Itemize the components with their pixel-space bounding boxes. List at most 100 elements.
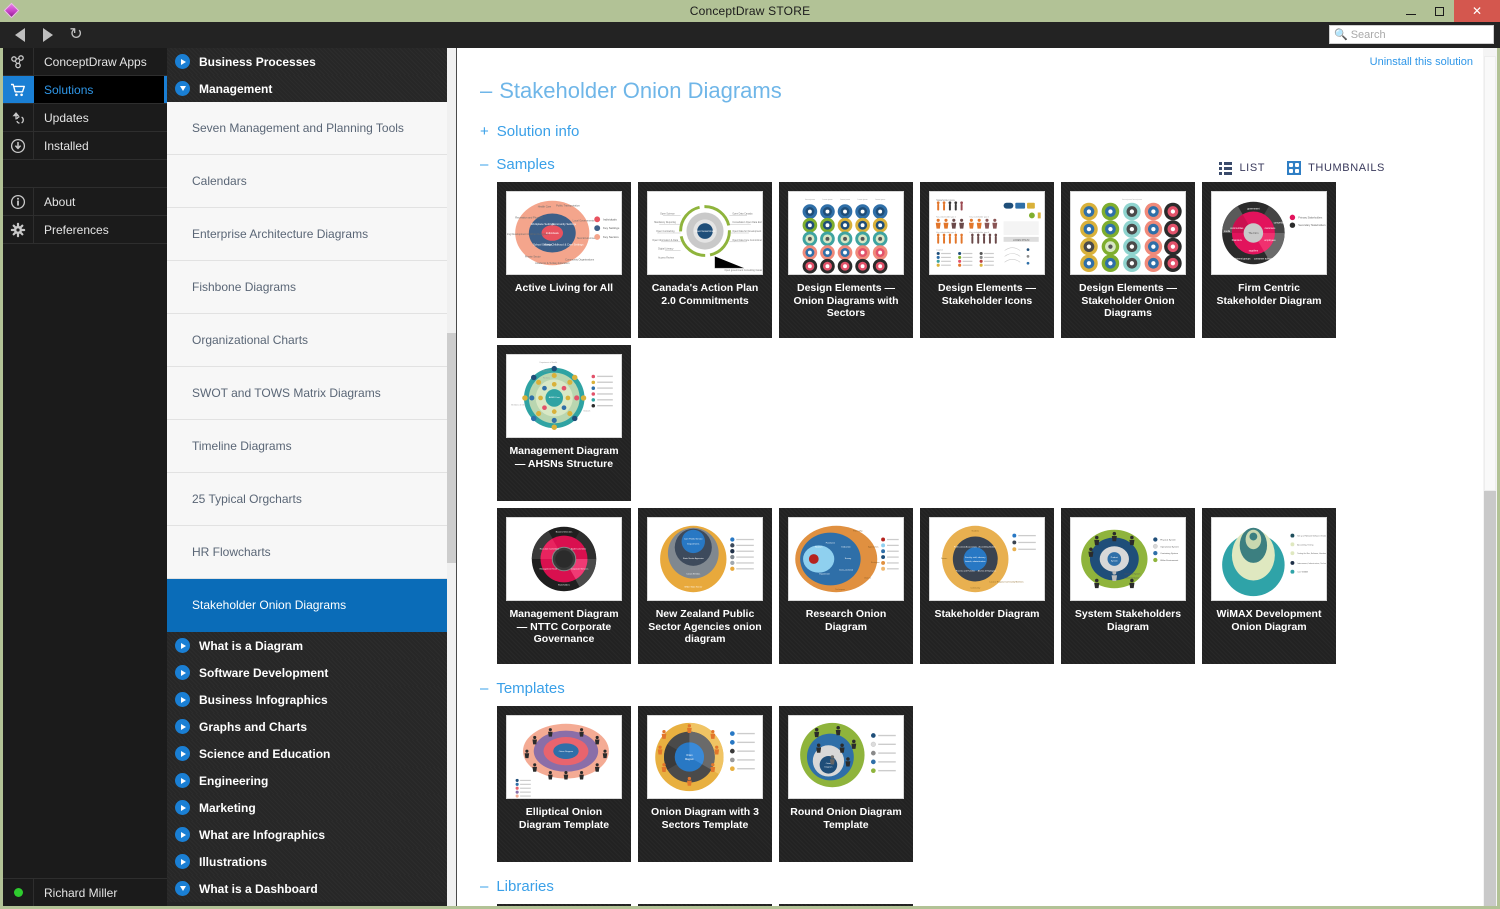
- svg-text:Digital Literacy: Digital Literacy: [658, 248, 674, 251]
- sample-title: Design Elements — Onion Diagrams with Se…: [793, 282, 899, 319]
- template-card[interactable]: Onion Diagram: [779, 706, 913, 862]
- solution-item-fishbone-diagrams[interactable]: Fishbone Diagrams: [167, 261, 456, 314]
- library-card[interactable]: Onion Diagrams with Sectors: [497, 904, 631, 906]
- maximize-button[interactable]: [1425, 0, 1454, 22]
- scrollbar-track-upper[interactable]: [1484, 56, 1496, 491]
- sample-card[interactable]: Positivism Deduction Survey Cross-sectional…: [779, 508, 913, 664]
- category-marketing[interactable]: Marketing: [167, 794, 456, 821]
- category-what-is-a-dashboard[interactable]: What is a Dashboard: [167, 875, 456, 902]
- solution-item-calendars[interactable]: Calendars: [167, 155, 456, 208]
- back-button[interactable]: [6, 24, 34, 46]
- sample-card[interactable]: The Firm government communities customers …: [1202, 182, 1336, 338]
- sample-card[interactable]: Core Public Service Departments State Sec…: [638, 508, 772, 664]
- svg-text:Open Data Canada: Open Data Canada: [732, 212, 753, 215]
- solution-item-organizational-charts[interactable]: Organizational Charts: [167, 314, 456, 367]
- solution-item-timeline-diagrams[interactable]: Timeline Diagrams: [167, 420, 456, 473]
- collapse-toggle-icon[interactable]: –: [480, 878, 488, 895]
- svg-text:Wider State Sector: Wider State Sector: [684, 585, 702, 588]
- reload-button[interactable]: ↻: [62, 24, 90, 46]
- category-what-are-infographics[interactable]: What are Infographics: [167, 821, 456, 848]
- sidebar-item-conceptdraw-apps[interactable]: ConceptDraw Apps: [3, 48, 167, 76]
- category-label: What are Infographics: [199, 827, 326, 842]
- close-button[interactable]: ✕: [1454, 0, 1500, 22]
- category-what-is-a-diagram[interactable]: What is a Diagram: [167, 632, 456, 659]
- sample-card[interactable]: Product System Operational System Contai…: [1061, 508, 1195, 664]
- svg-text:customers: customers: [1265, 227, 1277, 230]
- section-solution-info[interactable]: + Solution info: [471, 123, 1469, 140]
- section-label: Solution info: [496, 123, 580, 140]
- svg-text:Positivism: Positivism: [826, 541, 836, 544]
- sidebar-item-solutions[interactable]: Solutions: [3, 76, 167, 104]
- sample-card[interactable]: Faculty, staff, advisory boards, administ…: [920, 508, 1054, 664]
- search-box[interactable]: 🔍: [1329, 25, 1494, 44]
- svg-text:Philosophy: Philosophy: [853, 531, 863, 533]
- solution-item-seven-management-and-planning-tools[interactable]: Seven Management and Planning Tools: [167, 102, 456, 155]
- svg-text:Stakeholder icons: Stakeholder icons: [936, 199, 955, 202]
- sidebar-item-about[interactable]: About: [3, 188, 167, 216]
- left-navigation: ConceptDraw Apps Solutions Updates Insta…: [3, 48, 167, 906]
- sample-card[interactable]: Board of Directors Executive Committee Aud…: [497, 508, 631, 664]
- collapse-toggle-icon[interactable]: –: [480, 156, 488, 173]
- sample-card[interactable]: Lorem ipsum Lorem ipsum Lorem ipsum Lorem i…: [779, 182, 913, 338]
- sidebar-item-preferences[interactable]: Preferences: [3, 216, 167, 244]
- sample-card[interactable]: Health Care Public Transportation Recreati…: [497, 182, 631, 338]
- svg-text:Planning Development in Urban: Planning Development in Urban Designers: [507, 233, 549, 236]
- sample-card[interactable]: Open Government Open Science Mandatory Rep…: [638, 182, 772, 338]
- navigation-toolbar: ↻ 🔍: [0, 22, 1500, 48]
- download-icon: [3, 132, 34, 159]
- sample-card[interactable]: Set up of Network Software Vendors Accou…: [1202, 508, 1336, 664]
- section-libraries[interactable]: – Libraries: [471, 878, 1469, 895]
- uninstall-solution-link[interactable]: Uninstall this solution: [1370, 56, 1473, 68]
- collapse-toggle-icon[interactable]: –: [480, 680, 488, 697]
- category-management[interactable]: Management: [167, 75, 456, 102]
- sample-title: System Stakeholders Diagram: [1074, 608, 1182, 633]
- category-engineering[interactable]: Engineering: [167, 767, 456, 794]
- minimize-button[interactable]: [1396, 0, 1425, 22]
- section-templates[interactable]: – Templates: [471, 680, 1469, 697]
- expand-toggle-icon[interactable]: +: [480, 123, 489, 140]
- content-scrollbar[interactable]: [1483, 48, 1497, 906]
- sample-card[interactable]: Stakeholder icons Key stakeholder type 1…: [920, 182, 1054, 338]
- user-status-bar[interactable]: Richard Miller: [3, 878, 167, 906]
- sidebar-item-updates[interactable]: Updates: [3, 104, 167, 132]
- svg-text:Diagram: Diagram: [825, 765, 833, 768]
- svg-text:Academic & Tertiary Education: Academic & Tertiary Education: [535, 262, 570, 265]
- category-label: Business Infographics: [199, 692, 328, 707]
- template-thumbnail: Onion Diagram: [506, 715, 622, 799]
- solution-item-25-typical-orgcharts[interactable]: 25 Typical Orgcharts: [167, 473, 456, 526]
- sample-title: Management Diagram — AHSNs Structure: [509, 445, 619, 470]
- template-card[interactable]: Onion Diagram: [638, 706, 772, 862]
- svg-text:Health Care: Health Care: [538, 206, 552, 209]
- category-graphs-and-charts[interactable]: Graphs and Charts: [167, 713, 456, 740]
- category-software-development[interactable]: Software Development: [167, 659, 456, 686]
- sample-card[interactable]: AHSN Core Department of Health Members o…: [497, 345, 631, 501]
- libraries-grid: Onion Diagrams with Sectors: [471, 904, 1469, 906]
- view-thumbnails-button[interactable]: THUMBNAILS: [1287, 161, 1385, 175]
- library-card[interactable]: Stakeholder Icons: [638, 904, 772, 906]
- category-science-and-education[interactable]: Science and Education: [167, 740, 456, 767]
- category-illustrations[interactable]: Illustrations: [167, 848, 456, 875]
- library-card[interactable]: Stakeholder Onion Diagrams: [779, 904, 913, 906]
- search-input[interactable]: [1350, 28, 1489, 41]
- template-card[interactable]: Onion Diagram: [497, 706, 631, 862]
- solution-item-hr-flowcharts[interactable]: HR Flowcharts: [167, 526, 456, 579]
- scrollbar-thumb[interactable]: [447, 333, 456, 563]
- sample-title: Research Onion Diagram: [805, 608, 887, 633]
- category-business-processes[interactable]: Business Processes: [167, 48, 456, 75]
- svg-text:The Firm: The Firm: [1248, 232, 1258, 235]
- solution-item-swot-and-tows-matrix-diagrams[interactable]: SWOT and TOWS Matrix Diagrams: [167, 367, 456, 420]
- scrollbar-thumb[interactable]: [1484, 491, 1496, 906]
- solutions-scrollbar[interactable]: [447, 48, 456, 906]
- content-pane: Uninstall this solution – Stakeholder On…: [457, 48, 1497, 906]
- collapse-toggle-icon[interactable]: –: [480, 78, 492, 104]
- view-list-button[interactable]: LIST: [1219, 161, 1265, 175]
- solution-item-enterprise-architecture-diagrams[interactable]: Enterprise Architecture Diagrams: [167, 208, 456, 261]
- sample-title: WiMAX Development Onion Diagram: [1216, 608, 1322, 633]
- forward-button[interactable]: [34, 24, 62, 46]
- search-icon: 🔍: [1334, 29, 1348, 41]
- sample-card[interactable]: Lorem ipsum lorem ipsum Design Elements …: [1061, 182, 1195, 338]
- category-business-infographics[interactable]: Business Infographics: [167, 686, 456, 713]
- apps-icon: [3, 48, 34, 75]
- solution-item-stakeholder-onion-diagrams[interactable]: Stakeholder Onion Diagrams: [167, 579, 456, 632]
- sidebar-item-installed[interactable]: Installed: [3, 132, 167, 160]
